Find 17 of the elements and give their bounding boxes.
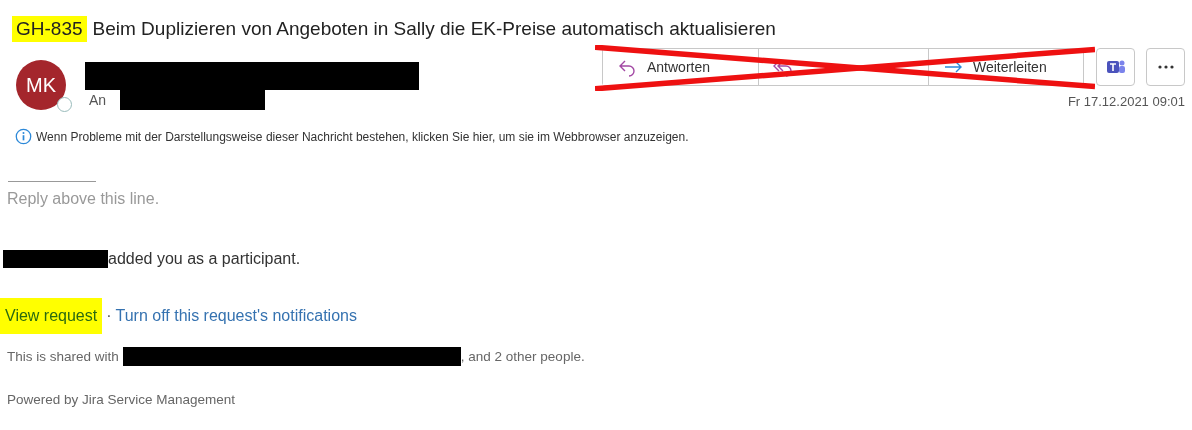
request-link[interactable]: View request: [0, 298, 103, 334]
shared-suffix: , and 2 other people.: [460, 349, 585, 364]
reply-marker-text: Reply above this line.: [7, 190, 161, 208]
presence-icon: [57, 97, 72, 112]
shared-label: This is shared with: [7, 349, 119, 364]
participant-message: added you as a participant.: [108, 250, 301, 268]
recipient-label: An: [89, 92, 107, 108]
issue-key: GH-835: [12, 16, 87, 42]
email-subject: Beim Duplizieren von Angeboten in Sally die EK-Preise automatisch aktualisieren: [92, 18, 776, 40]
footer-text: Powered by Jira Service Management: [7, 392, 237, 407]
ellipsis-icon: [1157, 65, 1174, 69]
info-icon: [15, 128, 32, 145]
info-message[interactable]: Wenn Probleme mit der Darstellungsweise dieser Nachricht bestehen, klicken Sie hier, um sie im Webbrowser anzuzeigen.: [36, 129, 689, 144]
request-link[interactable]: Turn off this request's notifications: [115, 307, 357, 325]
teams-button[interactable]: [1096, 48, 1135, 86]
received-date: Fr 17.12.2021 09:01: [1067, 94, 1185, 109]
separator-dot: ·: [106, 307, 112, 325]
